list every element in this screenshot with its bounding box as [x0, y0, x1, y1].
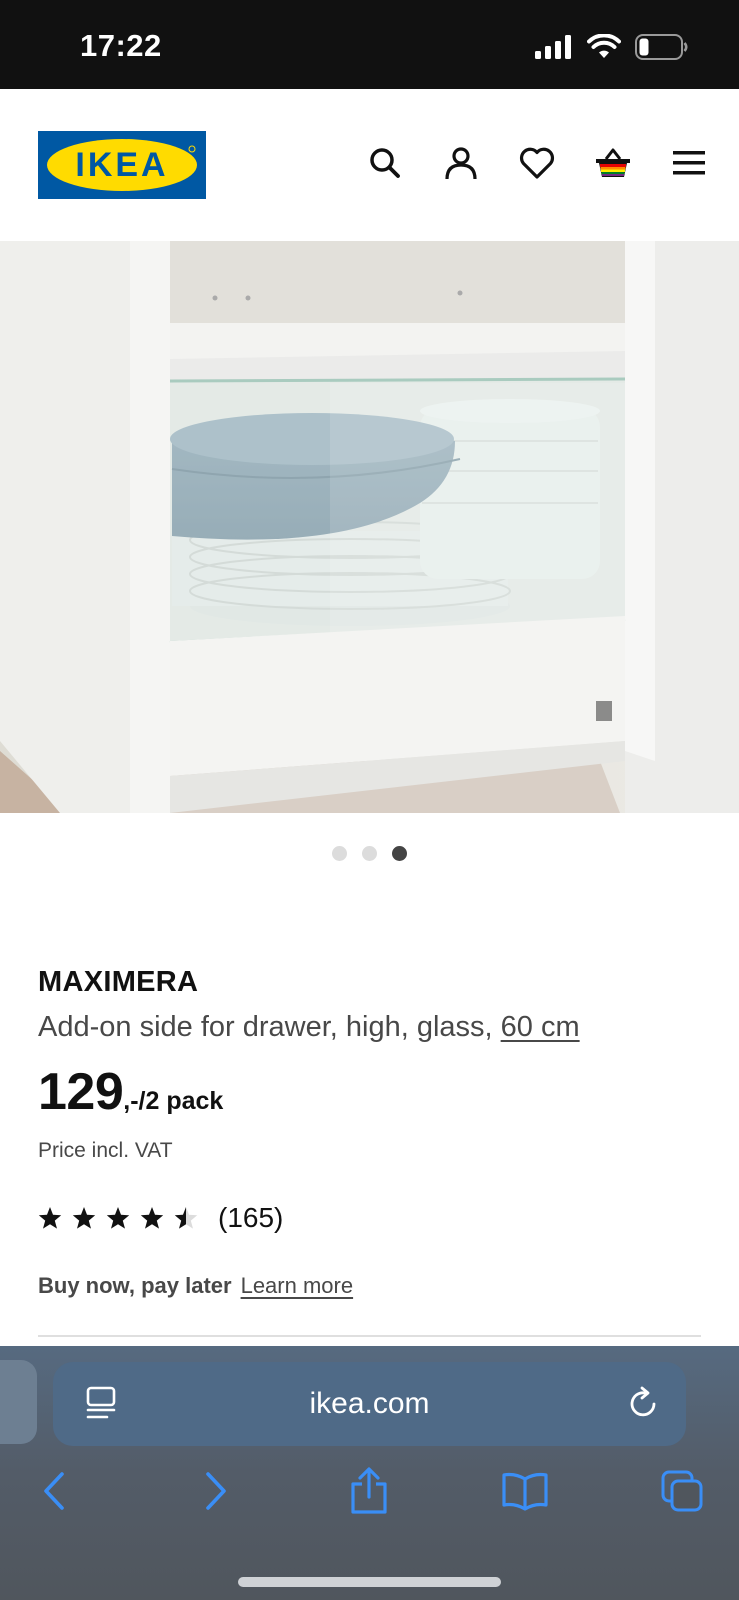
url-text: ikea.com — [309, 1387, 430, 1420]
tabs-icon — [661, 1470, 703, 1512]
buy-now-pay-later: Buy now, pay later Learn more — [38, 1273, 353, 1299]
star-icon — [106, 1207, 130, 1229]
heart-icon — [519, 147, 555, 179]
browser-nav-bar — [0, 1466, 739, 1526]
back-button[interactable] — [30, 1466, 80, 1516]
chevron-right-icon — [206, 1472, 226, 1510]
bnpl-label: Buy now, pay later — [38, 1273, 232, 1298]
share-button[interactable] — [344, 1466, 394, 1516]
battery-icon — [635, 34, 688, 60]
share-icon — [351, 1467, 387, 1514]
page-menu-icon[interactable] — [85, 1386, 117, 1420]
ikea-logo-mark: IKEA — [47, 139, 197, 191]
wishlist-button[interactable] — [517, 143, 557, 183]
product-description: Add-on side for drawer, high, glass, 60 … — [38, 1011, 580, 1044]
address-bar[interactable]: ikea.com — [53, 1362, 686, 1446]
learn-more-link[interactable]: Learn more — [241, 1273, 354, 1299]
product-image[interactable] — [0, 241, 739, 813]
search-button[interactable] — [365, 143, 405, 183]
status-time: 17:22 — [80, 28, 162, 63]
menu-button[interactable] — [669, 143, 709, 183]
ikea-logo[interactable]: IKEA — [38, 131, 206, 199]
star-icon — [72, 1207, 96, 1229]
header-actions — [365, 143, 709, 183]
menu-icon — [673, 151, 705, 175]
carousel-dot-active[interactable] — [392, 846, 407, 861]
divider — [38, 1335, 701, 1337]
tabs-button[interactable] — [657, 1466, 707, 1516]
account-button[interactable] — [441, 143, 481, 183]
home-indicator[interactable] — [238, 1577, 501, 1587]
product-photo — [0, 241, 739, 813]
product-name: MAXIMERA — [38, 966, 199, 998]
reload-icon[interactable] — [628, 1386, 660, 1420]
carousel-dots — [0, 846, 739, 861]
forward-button[interactable] — [190, 1466, 240, 1516]
chevron-left-icon — [44, 1472, 64, 1510]
account-icon — [445, 147, 477, 180]
basket-button[interactable] — [593, 143, 633, 183]
site-header: IKEA — [0, 89, 739, 241]
product-rating[interactable]: (165) — [38, 1202, 283, 1234]
signal-icon — [535, 35, 571, 59]
half-star-icon — [174, 1207, 198, 1229]
review-count[interactable]: (165) — [218, 1202, 283, 1234]
product-price: 129 ,-/2 pack — [38, 1062, 223, 1122]
logo-text: IKEA — [75, 146, 168, 184]
book-icon — [502, 1472, 548, 1511]
browser-toolbar: ikea.com — [0, 1346, 739, 1600]
carousel-dot[interactable] — [362, 846, 377, 861]
product-size-link[interactable]: 60 cm — [501, 1011, 580, 1043]
status-bar: 17:22 — [0, 0, 739, 89]
wifi-icon — [587, 34, 621, 58]
price-suffix: ,-/2 pack — [123, 1087, 224, 1115]
star-icon — [38, 1207, 62, 1229]
bookmarks-button[interactable] — [500, 1466, 550, 1516]
carousel-dot[interactable] — [332, 846, 347, 861]
rating-stars — [38, 1206, 198, 1230]
star-icon — [140, 1207, 164, 1229]
search-icon — [370, 148, 400, 178]
vat-note: Price incl. VAT — [38, 1139, 173, 1162]
product-description-text: Add-on side for drawer, high, glass, — [38, 1011, 501, 1043]
basket-icon — [596, 148, 630, 177]
status-icons — [535, 34, 689, 60]
price-amount: 129 — [38, 1063, 124, 1121]
previous-tab-preview[interactable] — [0, 1360, 37, 1444]
